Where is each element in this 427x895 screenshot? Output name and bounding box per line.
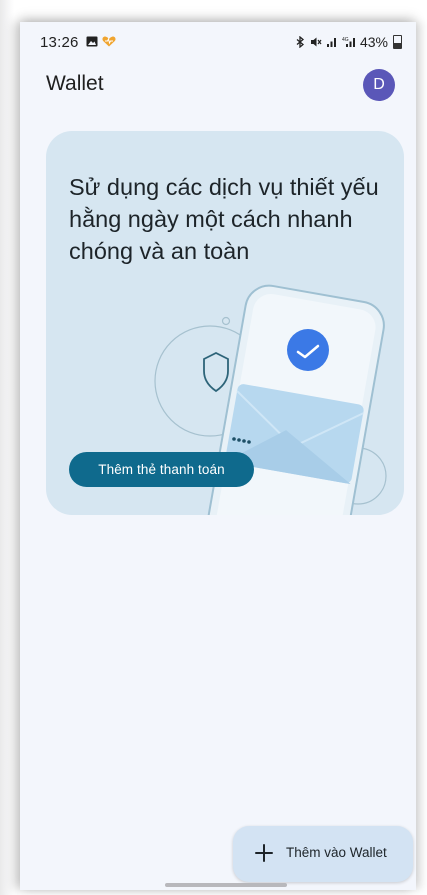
mute-icon bbox=[310, 37, 322, 47]
phone-screen: 13:26 4G 43% Wallet D Sử dụng các dịch v… bbox=[20, 22, 416, 890]
battery-percent: 43% bbox=[359, 34, 388, 50]
add-to-wallet-label: Thêm vào Wallet bbox=[286, 845, 387, 860]
promo-headline: Sử dụng các dịch vụ thiết yếu hằng ngày … bbox=[69, 174, 379, 264]
plus-icon bbox=[255, 844, 273, 862]
shield-icon bbox=[203, 351, 229, 393]
gesture-nav-handle[interactable] bbox=[165, 883, 287, 887]
signal-icon bbox=[326, 38, 336, 47]
app-title: Wallet bbox=[46, 72, 104, 95]
check-circle-icon bbox=[287, 329, 329, 371]
status-right-group: 4G 43% bbox=[294, 34, 402, 50]
status-time: 13:26 bbox=[40, 34, 79, 51]
battery-icon bbox=[393, 35, 402, 49]
heart-icon bbox=[102, 36, 116, 47]
promo-card: Sử dụng các dịch vụ thiết yếu hằng ngày … bbox=[46, 131, 404, 515]
add-to-wallet-button[interactable]: Thêm vào Wallet bbox=[233, 826, 413, 882]
bluetooth-icon bbox=[296, 36, 304, 48]
4g-signal-icon: 4G bbox=[342, 37, 355, 47]
screenshot-frame: 13:26 4G 43% Wallet D Sử dụng các dịch v… bbox=[0, 0, 427, 895]
add-payment-card-button[interactable]: Thêm thẻ thanh toán bbox=[69, 452, 254, 487]
status-bar: 13:26 4G 43% bbox=[20, 22, 416, 62]
account-avatar[interactable]: D bbox=[363, 69, 395, 101]
decor-dot bbox=[221, 316, 231, 326]
svg-text:4G: 4G bbox=[342, 37, 349, 43]
image-icon bbox=[86, 36, 98, 47]
